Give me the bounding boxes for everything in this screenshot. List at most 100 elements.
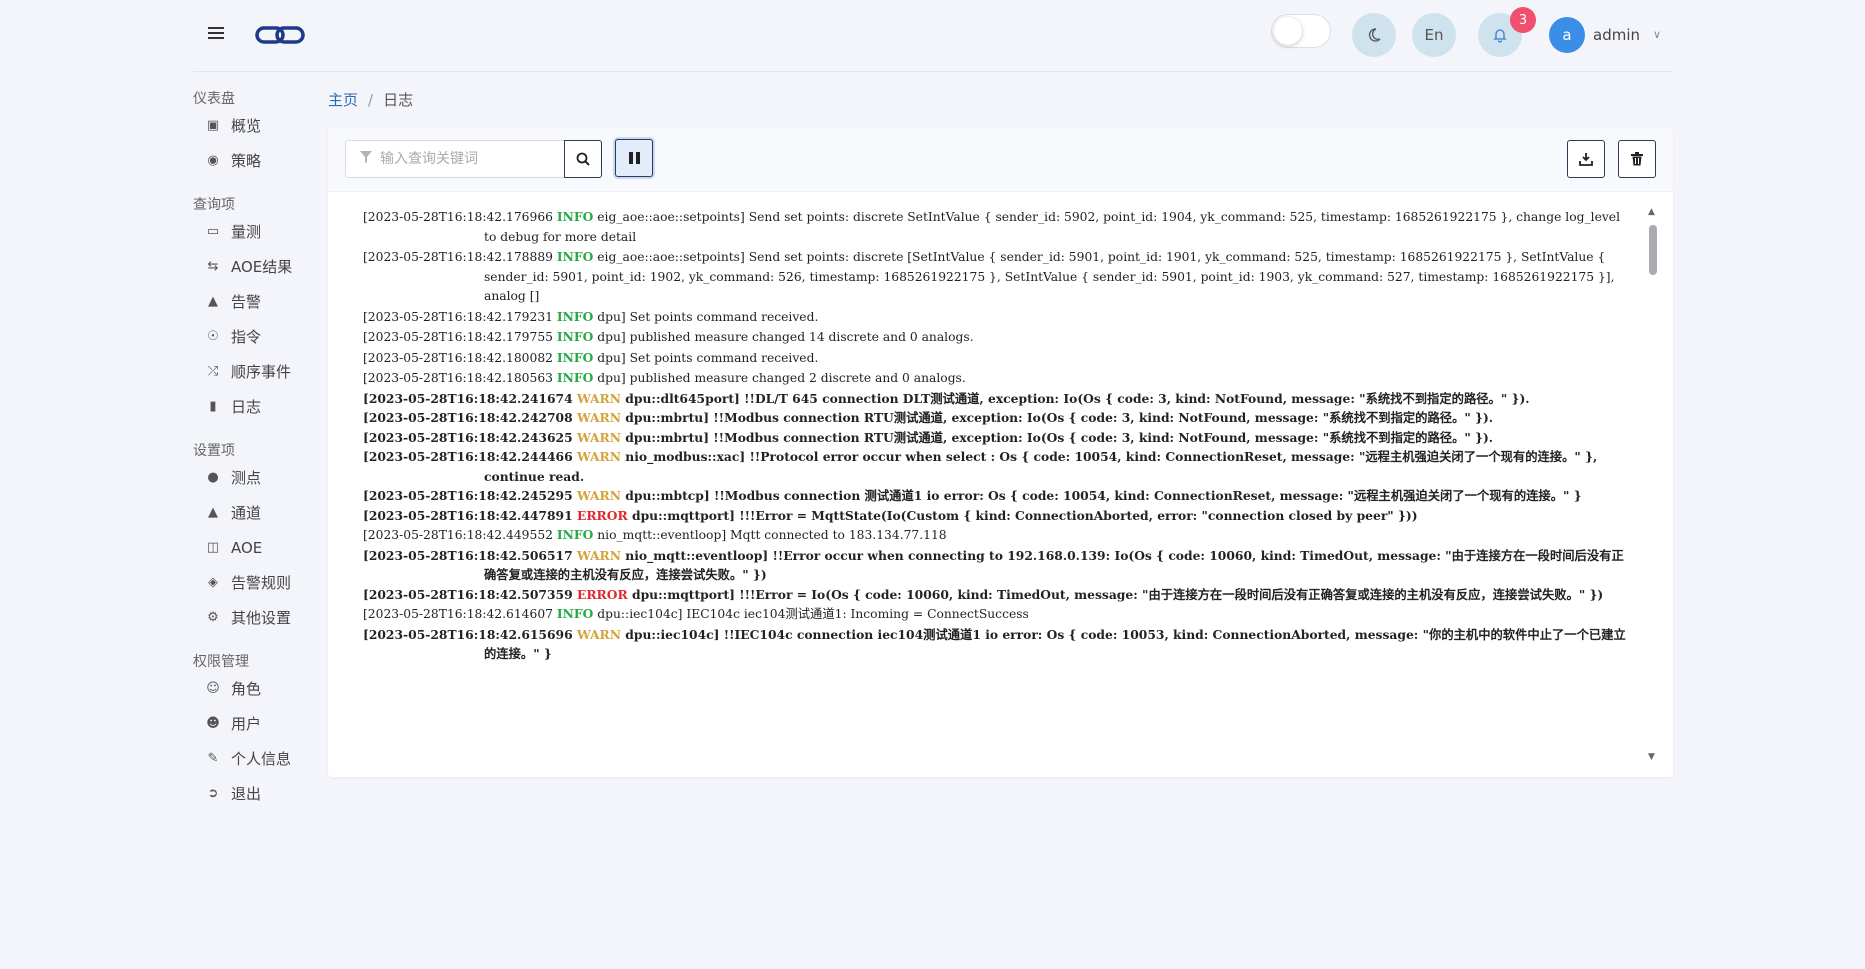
log-timestamp: [2023-05-28T16:18:42.615696 bbox=[363, 626, 573, 642]
sidebar-item-label: 指令 bbox=[231, 328, 262, 346]
sidebar-item[interactable]: ✎ 个人信息 bbox=[193, 741, 313, 776]
log-timestamp: [2023-05-28T16:18:42.506517 bbox=[363, 547, 573, 563]
log-message: dpu] published measure changed 14 discre… bbox=[593, 330, 974, 344]
log-message: dpu::mqttport] !!!Error = MqttState(Io(C… bbox=[627, 507, 1418, 523]
log-timestamp: [2023-05-28T16:18:42.507359 bbox=[363, 586, 573, 602]
top-header: En 3 a admin ∨ bbox=[193, 0, 1673, 72]
monitor-icon: ▭ bbox=[206, 224, 220, 239]
log-message: dpu::mqttport] !!!Error = Io(Os { code: … bbox=[627, 586, 1604, 602]
sidebar-item-label: 个人信息 bbox=[231, 750, 292, 768]
moon-icon[interactable] bbox=[1352, 13, 1396, 57]
log-toolbar bbox=[328, 127, 1673, 192]
sidebar-item[interactable]: ▮ 日志 bbox=[193, 389, 313, 424]
sidebar-item[interactable]: ▭ 量测 bbox=[193, 214, 313, 249]
breadcrumb-home-link[interactable]: 主页 bbox=[328, 91, 358, 109]
hamburger-icon[interactable] bbox=[208, 24, 224, 46]
search-button[interactable] bbox=[564, 140, 602, 178]
log-timestamp: [2023-05-28T16:18:42.179231 bbox=[363, 309, 553, 324]
sidebar-item-label: 顺序事件 bbox=[231, 363, 292, 381]
log-message: dpu::iec104c] !!IEC104c connection iec10… bbox=[484, 626, 1626, 662]
log-line: [2023-05-28T16:18:42.449552 INFO nio_mqt… bbox=[363, 525, 1656, 546]
log-message: dpu::mbtcp] !!Modbus connection 测试通道1 io… bbox=[620, 488, 1582, 503]
log-timestamp: [2023-05-28T16:18:42.179755 bbox=[363, 330, 553, 344]
log-message: dpu::dlt645port] !!DL/T 645 connection D… bbox=[620, 390, 1530, 406]
download-button[interactable] bbox=[1567, 140, 1605, 178]
sidebar-item[interactable]: ▲ 通道 bbox=[193, 495, 313, 530]
scroll-thumb[interactable] bbox=[1649, 225, 1657, 275]
sidebar-item-label: 其他设置 bbox=[231, 609, 292, 627]
log-level: WARN bbox=[576, 410, 621, 425]
book-icon: ▮ bbox=[209, 399, 217, 414]
log-message: dpu] Set points command received. bbox=[593, 350, 819, 365]
log-message: dpu::mbrtu] !!Modbus connection RTU测试通道,… bbox=[620, 429, 1494, 445]
sidebar-item-label: 日志 bbox=[231, 398, 262, 416]
log-level: ERROR bbox=[576, 507, 628, 523]
sidebar-section-title: 权限管理 bbox=[193, 654, 249, 670]
log-timestamp: [2023-05-28T16:18:42.178889 bbox=[363, 250, 553, 264]
scroll-down-icon[interactable]: ▼ bbox=[1648, 752, 1655, 762]
log-line: [2023-05-28T16:18:42.245295 WARN dpu::mb… bbox=[363, 486, 1656, 506]
sidebar-item[interactable]: ▣ 概览 bbox=[193, 108, 313, 143]
log-level: WARN bbox=[576, 429, 621, 445]
sidebar-item-label: AOE结果 bbox=[231, 258, 293, 276]
sidebar-item[interactable]: ⤮ 顺序事件 bbox=[193, 354, 313, 389]
log-timestamp: [2023-05-28T16:18:42.241674 bbox=[363, 390, 573, 406]
log-level: INFO bbox=[556, 527, 594, 542]
log-timestamp: [2023-05-28T16:18:42.176966 bbox=[363, 210, 553, 224]
sidebar-item[interactable]: ◉ 策略 bbox=[193, 143, 313, 178]
log-message: dpu] published measure changed 2 discret… bbox=[593, 371, 966, 385]
sidebar-item-label: 告警规则 bbox=[231, 574, 292, 592]
log-level: WARN bbox=[576, 449, 621, 464]
log-timestamp: [2023-05-28T16:18:42.243625 bbox=[363, 429, 573, 445]
sidebar-item[interactable]: ◫ AOE bbox=[193, 530, 313, 565]
language-button[interactable]: En bbox=[1412, 13, 1456, 57]
log-line: [2023-05-28T16:18:42.243625 WARN dpu::mb… bbox=[363, 428, 1656, 448]
sidebar-item[interactable]: ⇆ AOE结果 bbox=[193, 249, 313, 284]
search-field[interactable] bbox=[345, 140, 565, 178]
username-label[interactable]: admin bbox=[1593, 26, 1640, 44]
log-message: eig_aoe::aoe::setpoints] Send set points… bbox=[484, 210, 1621, 244]
delete-button[interactable] bbox=[1618, 140, 1656, 178]
edit-icon: ✎ bbox=[207, 751, 219, 766]
log-line: [2023-05-28T16:18:42.241674 WARN dpu::dl… bbox=[363, 389, 1656, 409]
scroll-up-icon[interactable]: ▲ bbox=[1648, 207, 1655, 217]
log-line: [2023-05-28T16:18:42.506517 WARN nio_mqt… bbox=[363, 546, 1656, 585]
search-icon bbox=[576, 152, 590, 166]
users-icon: ☻ bbox=[206, 716, 220, 731]
sidebar-item-label: 概览 bbox=[231, 117, 262, 135]
sidebar-item-label: 退出 bbox=[231, 785, 262, 803]
search-input[interactable] bbox=[380, 151, 550, 167]
sidebar-item[interactable]: ◈ 告警规则 bbox=[193, 565, 313, 600]
sidebar-item[interactable]: ☺ 角色 bbox=[193, 671, 313, 706]
sidebar-item[interactable]: ☻ 用户 bbox=[193, 706, 313, 741]
sidebar-item-label: 通道 bbox=[231, 504, 262, 522]
theme-toggle-switch[interactable] bbox=[1271, 14, 1331, 48]
sidebar-item[interactable]: ☉ 指令 bbox=[193, 319, 313, 354]
shield-icon: ◈ bbox=[208, 575, 218, 590]
log-timestamp: [2023-05-28T16:18:42.180082 bbox=[363, 350, 553, 365]
log-scrollbar[interactable]: ▲ ▼ bbox=[1646, 207, 1660, 762]
sidebar-item[interactable]: ➲ 退出 bbox=[193, 776, 313, 811]
log-level: INFO bbox=[556, 249, 594, 264]
chevron-down-icon[interactable]: ∨ bbox=[1653, 28, 1661, 41]
compass-icon: ◉ bbox=[207, 153, 219, 168]
log-level: INFO bbox=[556, 370, 594, 385]
log-timestamp: [2023-05-28T16:18:42.244466 bbox=[363, 449, 573, 464]
log-panel: [2023-05-28T16:18:42.176966 INFO eig_aoe… bbox=[328, 127, 1673, 777]
log-line: [2023-05-28T16:18:42.180082 INFO dpu] Se… bbox=[363, 348, 1656, 369]
network-icon: ◫ bbox=[206, 540, 220, 555]
sidebar-item[interactable]: ▲ 告警 bbox=[193, 284, 313, 319]
log-line: [2023-05-28T16:18:42.179755 INFO dpu] pu… bbox=[363, 327, 1656, 348]
log-line: [2023-05-28T16:18:42.244466 WARN nio_mod… bbox=[363, 447, 1656, 486]
megaphone-icon: ▲ bbox=[208, 294, 218, 309]
sidebar-item[interactable]: ● 测点 bbox=[193, 460, 313, 495]
sidebar-section-title: 仪表盘 bbox=[193, 91, 235, 107]
log-timestamp: [2023-05-28T16:18:42.447891 bbox=[363, 507, 573, 523]
avatar[interactable]: a bbox=[1549, 17, 1585, 53]
log-message: nio_modbus::xac] !!Protocol error occur … bbox=[484, 449, 1598, 484]
pause-button[interactable] bbox=[615, 139, 653, 177]
sidebar-item-label: AOE bbox=[231, 538, 263, 557]
log-output[interactable]: [2023-05-28T16:18:42.176966 INFO eig_aoe… bbox=[328, 207, 1656, 767]
link-logo-icon[interactable] bbox=[255, 24, 307, 46]
sidebar-item[interactable]: ⚙ 其他设置 bbox=[193, 600, 313, 635]
